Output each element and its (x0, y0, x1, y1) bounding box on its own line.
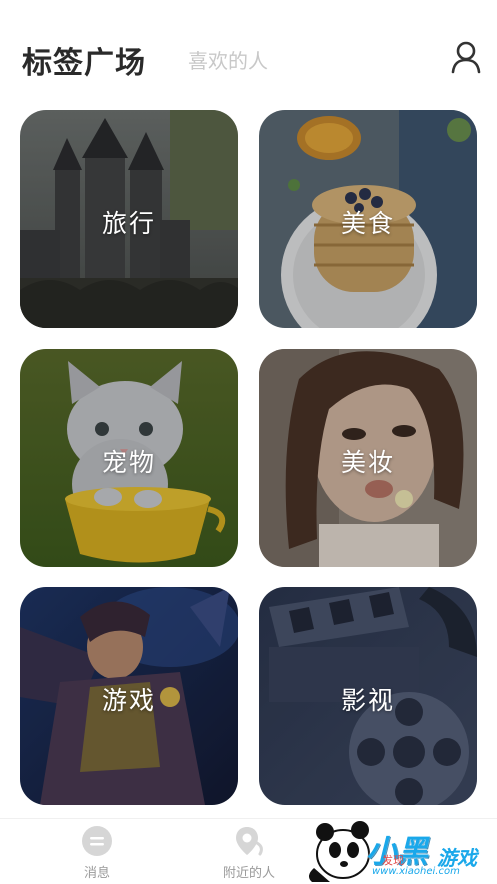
tag-card-film[interactable]: 影视 (259, 587, 477, 805)
tag-label: 游戏 (101, 686, 156, 715)
user-icon (451, 41, 481, 74)
tag-card-makeup[interactable]: 美妆 (259, 349, 477, 567)
tag-card-games[interactable]: 游戏 (20, 587, 238, 805)
tag-label: 美食 (340, 209, 395, 238)
nav-label: 消息 (83, 866, 110, 881)
chat-bubble-icon (82, 826, 112, 856)
tag-label: 美妆 (340, 448, 395, 477)
tag-label: 影视 (340, 686, 395, 715)
profile-button[interactable] (450, 40, 482, 74)
location-pin-icon (236, 827, 263, 856)
watermark-site: www.xiaohei.com (372, 866, 460, 877)
tab-tag-square[interactable]: 标签广场 (22, 38, 146, 82)
header: 标签广场 喜欢的人 (0, 0, 497, 110)
tag-card-travel[interactable]: 旅行 (20, 110, 238, 328)
tag-card-pets[interactable]: 宠物 (20, 349, 238, 567)
nav-messages[interactable]: 消息 (47, 819, 147, 884)
tag-label: 宠物 (101, 448, 156, 477)
nav-nearby-people[interactable]: 附近的人 (199, 819, 299, 884)
nav-label: 附近的人 (222, 866, 275, 881)
tag-label: 旅行 (101, 209, 156, 238)
tag-card-food[interactable]: 美食 (259, 110, 477, 328)
tab-liked-people[interactable]: 喜欢的人 (188, 45, 268, 74)
